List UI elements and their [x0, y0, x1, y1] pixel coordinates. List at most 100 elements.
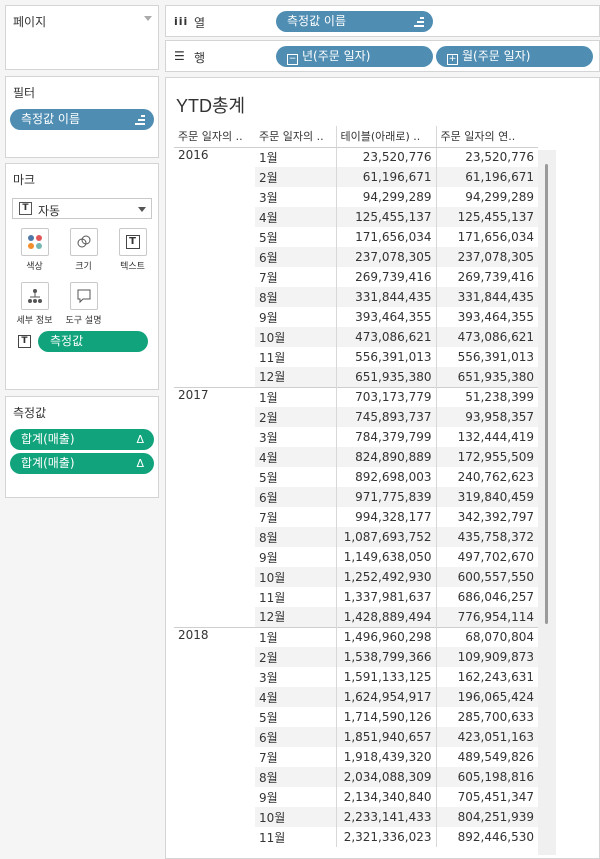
running-total-cell: 125,455,137 [335, 207, 437, 227]
running-total-cell: 23,520,776 [335, 147, 437, 167]
month-cell: 8월 [255, 287, 336, 307]
text-mark-icon: T [19, 202, 32, 215]
running-total-cell: 171,656,034 [335, 227, 437, 247]
size-card[interactable]: 크기 [63, 228, 104, 281]
text-card[interactable]: T 텍스트 [112, 228, 153, 281]
filter-pill-measure-names[interactable]: 측정값 이름 [10, 109, 154, 130]
running-total-cell: 2,134,340,840 [335, 787, 437, 807]
mark-type-label: 자동 [38, 204, 61, 218]
rows-shelf[interactable]: ☰ 행 − 년(주문 일자) + 월(주문 일자) [165, 40, 600, 72]
chevron-down-icon [138, 207, 146, 212]
ytd-total-cell: 269,739,416 [457, 270, 534, 284]
filters-card[interactable]: 필터 측정값 이름 [5, 76, 159, 158]
size-card-label: 크기 [75, 262, 92, 272]
collapse-icon[interactable]: − [287, 54, 298, 65]
rows-pill-year-label: 년(주문 일자) [302, 49, 371, 63]
crosstab: 주문 일자의 .. 주문 일자의 .. 테이블(아래로) .. 주문 일자의 연… [174, 126, 538, 847]
header-month[interactable]: 주문 일자의 .. [255, 126, 336, 148]
filters-title: 필터 [13, 86, 36, 100]
rows-pill-year[interactable]: − 년(주문 일자) [276, 46, 433, 67]
header-year-running[interactable]: 주문 일자의 연.. [436, 126, 538, 148]
month-cell: 2월 [255, 407, 336, 427]
month-cell: 9월 [259, 310, 278, 325]
sort-icon [135, 115, 145, 125]
columns-pill-measure-names[interactable]: 측정값 이름 [276, 11, 433, 32]
measure-values-title: 측정값 [13, 406, 47, 420]
scrollbar-track[interactable] [538, 150, 556, 855]
view-title: YTD총계 [176, 96, 246, 116]
pages-card[interactable]: 페이지 [5, 5, 159, 70]
running-total-cell: 971,775,839 [335, 487, 437, 507]
expand-icon[interactable]: + [447, 54, 458, 65]
month-cell: 7월 [259, 270, 278, 285]
running-total-cell: 651,935,380 [335, 367, 437, 387]
ytd-total-cell: 435,758,372 [436, 527, 538, 547]
text-encoding-icon: T [18, 335, 31, 348]
delta-icon: Δ [136, 457, 144, 470]
tooltip-card-label: 도구 설명 [65, 316, 102, 326]
color-card[interactable]: 색상 [14, 228, 55, 281]
ytd-total-cell: 393,464,355 [457, 310, 534, 324]
running-total-cell: 1,538,799,366 [335, 647, 437, 667]
ytd-total-cell: 600,557,550 [436, 567, 538, 587]
ytd-total-cell: 171,656,034 [457, 230, 534, 244]
rows-pill-month[interactable]: + 월(주문 일자) [436, 46, 593, 67]
scrollbar-thumb[interactable] [545, 164, 548, 624]
month-cell: 3월 [259, 670, 278, 685]
detail-card-label: 세부 정보 [16, 316, 53, 326]
ytd-total-cell: 705,451,347 [457, 790, 534, 804]
month-cell: 10월 [255, 567, 336, 587]
text-box-icon: T [118, 228, 147, 256]
ytd-total-cell: 51,238,399 [436, 386, 538, 407]
columns-label: 열 [194, 16, 206, 30]
detail-card[interactable]: 세부 정보 [14, 282, 55, 335]
measure-pill-label: 합계(매출) [21, 432, 75, 446]
running-total-cell: 1,591,133,125 [335, 667, 437, 687]
running-total-cell: 94,299,289 [335, 187, 437, 207]
marks-card: 마크 T 자동 색상 크기 T 텍스트 세부 정보 도구 설명 T 측정값 [5, 163, 159, 390]
running-total-cell: 269,739,416 [335, 267, 437, 287]
month-cell: 8월 [255, 767, 336, 787]
month-cell: 2월 [255, 167, 336, 187]
ytd-total-cell: 331,844,435 [436, 287, 538, 307]
header-table-down[interactable]: 테이블(아래로) .. [335, 126, 437, 148]
measure-values-card: 측정값 합계(매출) Δ 합계(매출) Δ [5, 396, 159, 498]
table-row: 2018 1월 1,496,960,298 68,070,804 [174, 626, 538, 847]
running-total-cell: 1,337,981,637 [335, 587, 437, 607]
rows-pill-month-label: 월(주문 일자) [462, 49, 531, 63]
month-cell: 6월 [255, 247, 336, 267]
ytd-total-cell: 61,196,671 [436, 167, 538, 187]
month-cell: 10월 [255, 327, 336, 347]
month-cell: 12월 [255, 607, 336, 627]
color-dots-icon [20, 228, 49, 256]
month-cell: 1월 [255, 386, 336, 407]
month-cell: 4월 [255, 447, 336, 467]
month-cell: 1월 [259, 150, 278, 165]
ytd-total-cell: 132,444,419 [457, 430, 534, 444]
pages-dropdown-arrow-icon[interactable] [144, 16, 152, 21]
measure-pill-sales-2[interactable]: 합계(매출) Δ [10, 453, 154, 474]
running-total-cell: 703,173,779 [335, 386, 437, 407]
year-cell: 2018 [174, 626, 255, 847]
measure-pill-label: 합계(매출) [21, 456, 75, 470]
month-cell: 5월 [259, 470, 278, 485]
ytd-total-cell: 605,198,816 [436, 767, 538, 787]
measure-pill-sales-1[interactable]: 합계(매출) Δ [10, 429, 154, 450]
running-total-cell: 473,086,621 [335, 327, 437, 347]
tooltip-card[interactable]: 도구 설명 [63, 282, 104, 335]
size-circle-icon [69, 228, 98, 256]
columns-shelf[interactable]: iii 열 측정값 이름 [165, 5, 600, 37]
marks-title: 마크 [13, 173, 36, 187]
running-total-cell: 1,851,940,657 [335, 727, 437, 747]
table-row: 2016 1월 23,520,776 23,520,776 [174, 147, 538, 167]
header-year[interactable]: 주문 일자의 .. [174, 126, 255, 148]
ytd-total-cell: 423,051,163 [436, 727, 538, 747]
pages-title: 페이지 [13, 15, 47, 29]
mark-type-select[interactable]: T 자동 [12, 198, 152, 219]
running-total-cell: 784,379,799 [335, 427, 437, 447]
ytd-total-cell: 556,391,013 [457, 350, 534, 364]
running-total-cell: 556,391,013 [335, 347, 437, 367]
running-total-cell: 1,149,638,050 [335, 547, 437, 567]
text-pill-measure-values[interactable]: 측정값 [38, 331, 148, 352]
ytd-total-cell: 497,702,670 [457, 550, 534, 564]
